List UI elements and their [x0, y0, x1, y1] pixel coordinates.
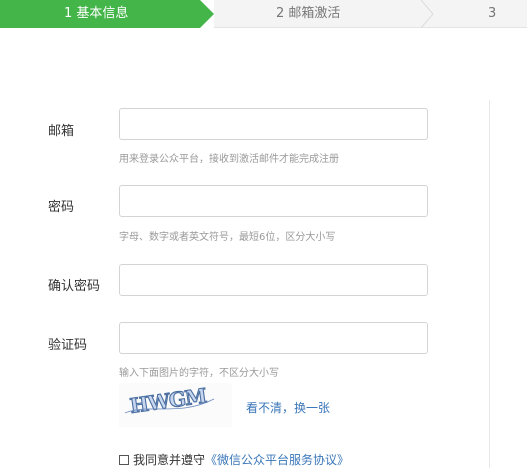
divider [489, 100, 490, 468]
step-separator-icon [420, 0, 434, 28]
captcha-text: HWGM [128, 383, 208, 418]
step-3: 3 [488, 6, 497, 21]
step-email-activation: 2 邮箱激活 [276, 6, 341, 21]
step-progress-bar: 1 基本信息 2 邮箱激活 3 [0, 0, 527, 28]
captcha-text-icon: HWGM [124, 383, 215, 419]
password-hint: 字母、数字或者英文符号，最短6位，区分大小写 [119, 232, 336, 243]
email-field[interactable] [119, 108, 428, 140]
captcha-label: 验证码 [48, 338, 88, 353]
service-agreement-link[interactable]: 《微信公众平台服务协议》 [205, 453, 349, 467]
captcha-field[interactable] [119, 322, 428, 354]
step-arrow [200, 0, 214, 28]
agreement-text: 我同意并遵守 [133, 453, 206, 467]
email-hint: 用来登录公众平台，接收到激活邮件才能完成注册 [119, 154, 339, 165]
step-inactive-area [214, 0, 527, 28]
password-field[interactable] [119, 185, 428, 217]
confirm-password-label: 确认密码 [48, 279, 101, 294]
captcha-image[interactable]: HWGM [119, 383, 232, 427]
step-basic-info: 1 基本信息 [0, 0, 200, 28]
captcha-hint: 输入下面图片的字符，不区分大小写 [119, 368, 279, 379]
refresh-captcha-link[interactable]: 看不清，换一张 [246, 399, 330, 416]
email-label: 邮箱 [48, 124, 75, 139]
confirm-password-field[interactable] [119, 264, 428, 296]
agree-checkbox[interactable] [119, 455, 129, 465]
agreement-row: 我同意并遵守《微信公众平台服务协议》 [119, 451, 349, 468]
password-label: 密码 [48, 200, 75, 215]
step-basic-info-label: 1 基本信息 [64, 6, 129, 21]
